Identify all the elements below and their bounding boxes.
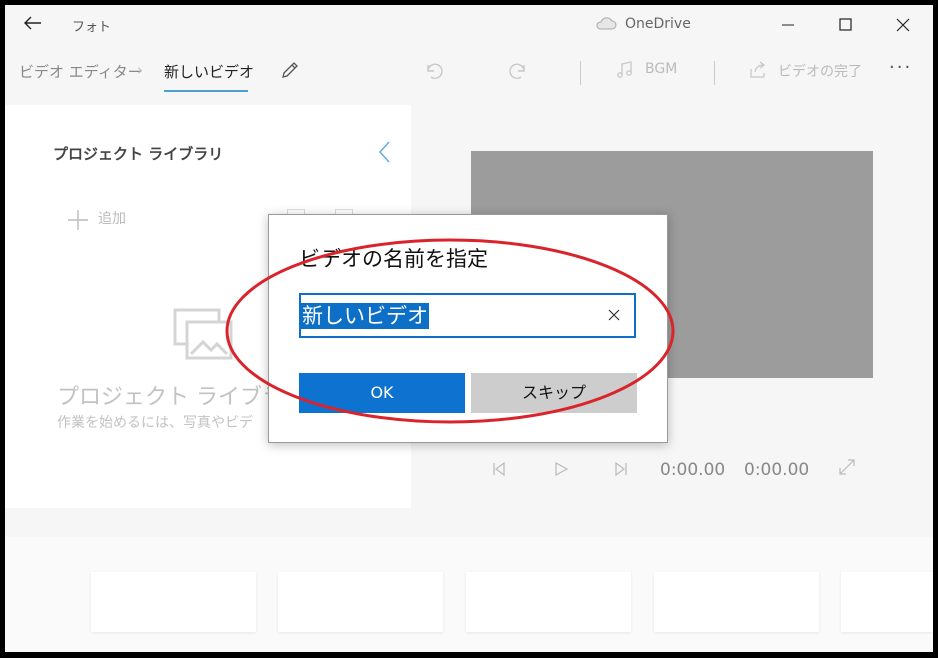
toolbar-divider	[580, 61, 581, 85]
storyboard-card[interactable]	[466, 572, 631, 632]
clear-input-icon[interactable]	[606, 307, 622, 323]
close-icon[interactable]	[893, 15, 913, 35]
screen-frame: フォト OneDrive ビデオ エディター › 新しいビデオ BGM ビデオの…	[0, 0, 938, 658]
music-note-icon	[617, 61, 632, 78]
export-share-icon	[750, 61, 766, 78]
maximize-icon[interactable]	[836, 15, 856, 35]
skip-button[interactable]: スキップ	[471, 373, 637, 413]
storyboard-area	[5, 537, 933, 652]
title-bar: フォト OneDrive	[5, 5, 933, 45]
photos-app-window: フォト OneDrive ビデオ エディター › 新しいビデオ BGM ビデオの…	[5, 5, 933, 652]
finish-video-button[interactable]: ビデオの完了	[778, 61, 862, 81]
play-icon[interactable]	[553, 461, 569, 477]
breadcrumb-separator: ›	[137, 61, 143, 79]
toolbar-divider	[714, 61, 715, 85]
storyboard-card[interactable]	[654, 572, 819, 632]
back-button[interactable]	[21, 14, 45, 36]
undo-icon[interactable]	[422, 59, 444, 81]
rename-pencil-icon[interactable]	[279, 59, 301, 81]
total-time: 0:00.00	[744, 460, 810, 480]
back-arrow-icon	[24, 16, 41, 30]
video-name-selected-text: 新しいビデオ	[301, 303, 429, 329]
empty-library-images-icon	[173, 308, 233, 360]
storyboard-card[interactable]	[841, 572, 933, 632]
add-button[interactable]: 追加	[98, 208, 126, 228]
onedrive-label[interactable]: OneDrive	[625, 16, 691, 32]
next-frame-icon[interactable]	[613, 461, 629, 477]
onedrive-cloud-icon	[596, 17, 617, 30]
editor-toolbar: ビデオ エディター › 新しいビデオ BGM ビデオの完了 ···	[5, 45, 933, 95]
fullscreen-expand-icon[interactable]	[837, 457, 857, 477]
more-options-button[interactable]: ···	[889, 57, 912, 78]
ok-button[interactable]: OK	[299, 373, 465, 413]
project-library-title: プロジェクト ライブラリ	[53, 145, 224, 163]
breadcrumb-video-editor[interactable]: ビデオ エディター	[19, 61, 143, 82]
storyboard-card[interactable]	[91, 572, 256, 632]
video-name-input[interactable]: 新しいビデオ	[299, 293, 636, 338]
collapse-chevron-icon[interactable]	[377, 139, 393, 165]
dialog-title: ビデオの名前を指定	[299, 247, 488, 271]
previous-frame-icon[interactable]	[491, 461, 507, 477]
redo-icon[interactable]	[508, 59, 530, 81]
breadcrumb-underline	[164, 90, 248, 92]
rename-video-dialog: ビデオの名前を指定 新しいビデオ OK スキップ	[268, 214, 668, 443]
app-title: フォト	[72, 20, 112, 35]
storyboard-card[interactable]	[278, 572, 443, 632]
add-plus-icon[interactable]	[67, 209, 89, 231]
minimize-icon[interactable]	[778, 15, 798, 35]
bgm-button[interactable]: BGM	[645, 61, 677, 77]
breadcrumb-current-project[interactable]: 新しいビデオ	[164, 61, 254, 82]
playback-controls: 0:00.00 0:00.00	[485, 455, 885, 485]
empty-library-subtitle: 作業を始めるには、写真やビデ	[57, 415, 253, 431]
current-time: 0:00.00	[660, 460, 726, 480]
